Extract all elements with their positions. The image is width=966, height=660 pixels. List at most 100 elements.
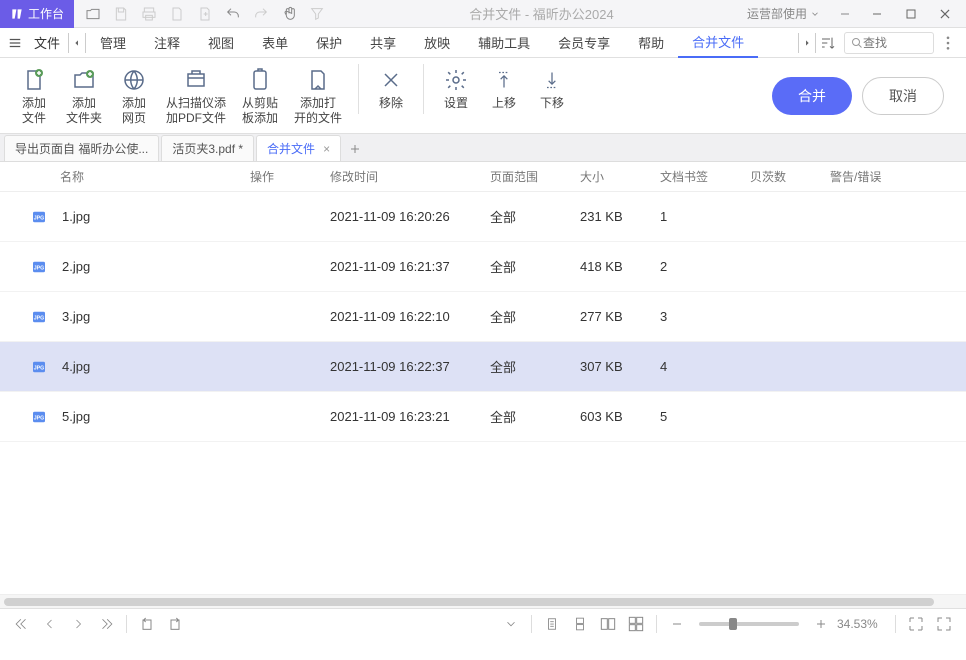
save-icon[interactable] (108, 1, 134, 27)
next-page-icon[interactable] (66, 612, 90, 636)
ribbon-label-4: 从剪贴板添加 (242, 96, 278, 125)
zoom-in-icon[interactable] (809, 612, 833, 636)
hand-icon[interactable] (276, 1, 302, 27)
col-bates[interactable]: 贝茨数 (750, 168, 830, 185)
titlebar-quick-icons (74, 1, 336, 27)
cancel-button[interactable]: 取消 (862, 77, 944, 115)
menu-item-8[interactable]: 会员专享 (544, 28, 624, 58)
close-button[interactable] (930, 1, 960, 27)
menu-item-10[interactable]: 合并文件 (678, 28, 758, 58)
menu-item-0[interactable]: 管理 (86, 28, 140, 58)
ribbon-btn-6[interactable]: 移除 (369, 64, 413, 112)
ribbon-icon-6 (379, 66, 403, 94)
ribbon-btn-3[interactable]: 从扫描仪添加PDF文件 (160, 64, 232, 127)
file-menu[interactable]: 文件 (26, 33, 68, 52)
ribbon-btn-1[interactable]: 添加文件夹 (60, 64, 108, 127)
collapse-icon[interactable] (499, 612, 523, 636)
merge-button[interactable]: 合并 (772, 77, 852, 115)
ribbon-icon-0 (22, 66, 46, 94)
ribbon-icon-7 (444, 66, 468, 94)
doc-tab-1[interactable]: 活页夹3.pdf * (161, 135, 254, 161)
ribbon-btn-0[interactable]: 添加文件 (12, 64, 56, 127)
statusbar: 34.53% (0, 608, 966, 638)
col-op[interactable]: 操作 (250, 168, 330, 185)
page-icon[interactable] (164, 1, 190, 27)
view-facing-icon[interactable] (596, 612, 620, 636)
ribbon-icon-3 (184, 66, 208, 94)
table-row[interactable]: JPG4.jpg2021-11-09 16:22:37全部307 KB4 (0, 342, 966, 392)
doc-tab-0[interactable]: 导出页面自 福昕办公使... (4, 135, 159, 161)
table-row[interactable]: JPG1.jpg2021-11-09 16:20:26全部231 KB1 (0, 192, 966, 242)
view-single-icon[interactable] (540, 612, 564, 636)
zoom-slider[interactable] (699, 622, 799, 626)
ribbon-btn-9[interactable]: 下移 (530, 64, 574, 112)
maximize-button[interactable] (896, 1, 926, 27)
search-box[interactable] (844, 32, 934, 54)
cell-time: 2021-11-09 16:22:37 (330, 359, 490, 374)
doc-tab-2[interactable]: 合并文件× (256, 135, 341, 161)
first-page-icon[interactable] (10, 612, 34, 636)
usage-dropdown[interactable]: 运营部使用 (747, 5, 820, 22)
window-title: 合并文件 - 福昕办公2024 (336, 4, 747, 23)
print-icon[interactable] (136, 1, 162, 27)
add-tab-button[interactable] (343, 137, 367, 161)
sort-icon[interactable] (816, 31, 840, 55)
prev-page-icon[interactable] (38, 612, 62, 636)
menu-item-1[interactable]: 注释 (140, 28, 194, 58)
table-row[interactable]: JPG3.jpg2021-11-09 16:22:10全部277 KB3 (0, 292, 966, 342)
cell-size: 603 KB (580, 409, 660, 424)
horizontal-scrollbar[interactable] (0, 594, 966, 608)
ribbon-btn-2[interactable]: 添加网页 (112, 64, 156, 127)
view-facing-continuous-icon[interactable] (624, 612, 648, 636)
menu-item-2[interactable]: 视图 (194, 28, 248, 58)
tab-close-icon[interactable]: × (323, 142, 330, 156)
page-add-icon[interactable] (192, 1, 218, 27)
overflow-icon[interactable] (832, 1, 858, 27)
zoom-out-icon[interactable] (665, 612, 689, 636)
workspace-badge[interactable]: 工作台 (0, 0, 74, 28)
zoom-value[interactable]: 34.53% (837, 617, 887, 631)
cell-bookmark: 3 (660, 309, 750, 324)
menu-item-7[interactable]: 辅助工具 (464, 28, 544, 58)
view-continuous-icon[interactable] (568, 612, 592, 636)
open-icon[interactable] (80, 1, 106, 27)
menu-item-9[interactable]: 帮助 (624, 28, 678, 58)
col-bookmark[interactable]: 文档书签 (660, 168, 750, 185)
more-icon[interactable] (938, 36, 958, 50)
col-time[interactable]: 修改时间 (330, 168, 490, 185)
cell-time: 2021-11-09 16:23:21 (330, 409, 490, 424)
hamburger-icon[interactable] (4, 36, 26, 50)
menu-scroll-right[interactable] (798, 33, 816, 53)
last-page-icon[interactable] (94, 612, 118, 636)
rotate-left-icon[interactable] (135, 612, 159, 636)
minimize-button[interactable] (862, 1, 892, 27)
ribbon-btn-4[interactable]: 从剪贴板添加 (236, 64, 284, 127)
col-name[interactable]: 名称 (20, 168, 250, 185)
rotate-right-icon[interactable] (163, 612, 187, 636)
table-row[interactable]: JPG2.jpg2021-11-09 16:21:37全部418 KB2 (0, 242, 966, 292)
svg-text:JPG: JPG (34, 265, 45, 271)
ribbon-btn-5[interactable]: 添加打开的文件 (288, 64, 348, 127)
ribbon-icon-4 (248, 66, 272, 94)
menu-item-4[interactable]: 保护 (302, 28, 356, 58)
fullscreen-icon[interactable] (932, 612, 956, 636)
cell-time: 2021-11-09 16:22:10 (330, 309, 490, 324)
menu-scroll-left[interactable] (68, 33, 86, 53)
ribbon-label-3: 从扫描仪添加PDF文件 (166, 96, 226, 125)
menu-item-5[interactable]: 共享 (356, 28, 410, 58)
filter-icon[interactable] (304, 1, 330, 27)
file-name: 1.jpg (62, 209, 90, 224)
menu-item-6[interactable]: 放映 (410, 28, 464, 58)
redo-icon[interactable] (248, 1, 274, 27)
col-warn[interactable]: 警告/错误 (830, 168, 946, 185)
fit-width-icon[interactable] (904, 612, 928, 636)
ribbon-btn-8[interactable]: 上移 (482, 64, 526, 112)
table-row[interactable]: JPG5.jpg2021-11-09 16:23:21全部603 KB5 (0, 392, 966, 442)
undo-icon[interactable] (220, 1, 246, 27)
search-input[interactable] (863, 36, 923, 50)
col-size[interactable]: 大小 (580, 168, 660, 185)
ribbon: 添加文件添加文件夹添加网页从扫描仪添加PDF文件从剪贴板添加添加打开的文件移除设… (0, 58, 966, 134)
col-range[interactable]: 页面范围 (490, 168, 580, 185)
ribbon-btn-7[interactable]: 设置 (434, 64, 478, 112)
menu-item-3[interactable]: 表单 (248, 28, 302, 58)
